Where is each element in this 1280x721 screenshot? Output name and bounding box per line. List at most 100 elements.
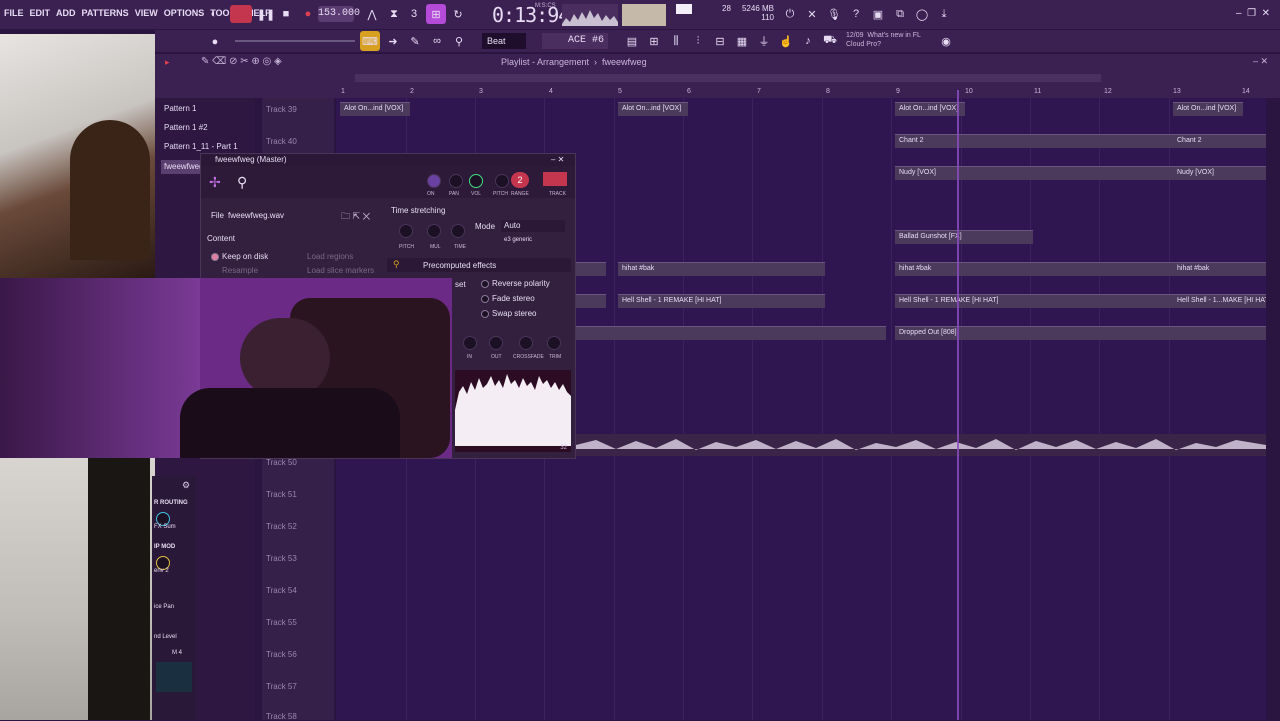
speaker-icon[interactable]: ♪ — [798, 31, 818, 51]
audio-clip[interactable]: Alot On...ind [VOX] — [895, 102, 965, 116]
view-channel-rack-icon[interactable]: ⊞ — [644, 31, 664, 51]
close-icon[interactable]: – ✕ — [551, 154, 564, 166]
precomputed-header[interactable]: ⚲ Precomputed effects — [387, 258, 571, 272]
pat-song-toggle[interactable] — [230, 5, 252, 23]
wait-icon[interactable]: ⧗ — [384, 4, 404, 24]
timeline-ruler[interactable]: 1 2 3 4 5 6 7 8 9 10 11 12 13 14 — [155, 70, 1280, 98]
audio-clip[interactable]: Alot On...ind [VOX] — [1173, 102, 1243, 116]
audio-clip[interactable]: Hell Shell - 1 REMAKE [HI HAT] — [895, 294, 1173, 308]
folder-icon[interactable]: 🗀 ⇱ ✕ — [341, 209, 370, 225]
view-mixer-icon[interactable]: ⫼ — [666, 31, 686, 51]
track-label[interactable]: Track 50 — [266, 458, 297, 467]
mode-select[interactable]: Auto — [501, 220, 565, 232]
track-label[interactable]: Track 40 — [266, 137, 297, 146]
menu-add[interactable]: ADD — [56, 8, 76, 18]
cart-icon[interactable]: ⛟ — [820, 31, 840, 51]
audio-clip[interactable] — [576, 294, 606, 308]
metronome-icon[interactable]: ⋀ — [362, 4, 382, 24]
audio-clip[interactable]: Chant 2 — [895, 134, 1173, 148]
pattern-item[interactable]: Pattern 1 — [161, 102, 251, 116]
song-time[interactable]: 0:13:94 — [492, 3, 570, 27]
audio-clip[interactable]: hihat #bak — [1173, 262, 1266, 276]
ts-pitch-knob[interactable] — [399, 224, 413, 238]
arrow-icon[interactable]: ➜ — [383, 31, 403, 51]
view-playlist-icon[interactable]: ▤ — [622, 31, 642, 51]
track-label[interactable]: Track 57 — [266, 682, 297, 691]
channel-window-title[interactable]: fweewfweg (Master) – ✕ — [201, 154, 575, 166]
pattern-selector[interactable]: ACE #6 — [542, 33, 608, 49]
audio-clip[interactable]: Hell Shell - 1 REMAKE [HI HAT] — [618, 294, 825, 308]
range-value[interactable]: 2 — [511, 172, 529, 188]
countdown-icon[interactable]: 3 — [404, 4, 424, 24]
audio-clip[interactable]: Chant 2 — [1173, 134, 1266, 148]
tempo-display[interactable]: 153.000 — [318, 6, 360, 22]
breadcrumb-arrangement[interactable]: fweewfweg — [602, 57, 647, 67]
fade-radio[interactable] — [481, 295, 489, 303]
volume-knob[interactable] — [469, 174, 483, 188]
swap-radio[interactable] — [481, 310, 489, 318]
audio-clip[interactable] — [576, 262, 606, 276]
save-icon[interactable]: ▣ — [868, 4, 888, 24]
resample-label[interactable]: Resample — [222, 266, 258, 275]
playlist-arrow-icon[interactable]: ▸ — [165, 57, 170, 68]
trim-knob[interactable] — [547, 336, 561, 350]
stamp-icon[interactable]: ⚲ — [449, 31, 469, 51]
audio-clip[interactable]: Hell Shell - 1...MAKE [HI HAT] — [1173, 294, 1266, 308]
vertical-scrollbar[interactable] — [1266, 98, 1280, 720]
piano-roll-icon[interactable]: ⌨ — [360, 31, 380, 51]
sampler-icon[interactable]: ✢ — [209, 174, 221, 191]
fx-sum-label[interactable]: FX Sum — [154, 524, 176, 530]
audio-clip[interactable]: hihat #bak — [618, 262, 825, 276]
power-icon[interactable]: ⏻ — [780, 4, 800, 24]
sample-waveform[interactable]: 32 — [455, 370, 571, 452]
menu-view[interactable]: VIEW — [135, 8, 158, 18]
track-label[interactable]: Track 39 — [266, 105, 297, 114]
plugin-icon[interactable]: ⧉ — [890, 4, 910, 24]
pitch-knob[interactable] — [495, 174, 509, 188]
window-controls[interactable]: – ❐ ✕ — [1236, 8, 1270, 19]
env-label[interactable]: env 2 — [154, 568, 169, 574]
master-audio-clip[interactable] — [576, 434, 1266, 456]
play-button[interactable]: ❚❚ — [256, 4, 276, 24]
load-slice-label[interactable]: Load slice markers — [307, 266, 374, 275]
menu-patterns[interactable]: PATTERNS — [82, 8, 129, 18]
microphone-icon[interactable]: 🎙 — [824, 4, 844, 24]
pan-knob[interactable] — [449, 174, 463, 188]
master-pitch-slider[interactable] — [235, 40, 355, 42]
menu-edit[interactable]: EDIT — [30, 8, 51, 18]
record-button[interactable]: ● — [298, 4, 318, 24]
audio-clip[interactable]: Dropped Out [808] — [895, 326, 1266, 340]
touch-icon[interactable]: ☝ — [776, 31, 796, 51]
view-piano-roll-icon[interactable]: ⫶ — [688, 31, 708, 51]
audio-clip[interactable]: Alot On...ind [VOX] — [618, 102, 688, 116]
view-plugin-db-icon[interactable]: ▦ — [732, 31, 752, 51]
news-panel[interactable]: 12/09 What's new in FL Cloud Pro? — [846, 31, 921, 49]
help-icon[interactable]: ? — [846, 4, 866, 24]
pattern-item[interactable]: Pattern 1 #2 — [161, 121, 251, 135]
track-label[interactable]: Track 51 — [266, 490, 297, 499]
track-label[interactable]: Track 56 — [266, 650, 297, 659]
out-knob[interactable] — [489, 336, 503, 350]
chat-icon[interactable]: ◯ — [912, 4, 932, 24]
playlist-tool-icons[interactable]: ✎ ⌫ ⊘ ✂ ⊕ ◎ ◈ — [201, 56, 282, 67]
wrench-icon[interactable]: ⚲ — [237, 174, 247, 191]
link-icon[interactable]: ∞ — [427, 31, 447, 51]
audio-clip[interactable]: hihat #bak — [895, 262, 1173, 276]
crossfade-knob[interactable] — [519, 336, 533, 350]
timeline-scrollbar[interactable] — [355, 74, 1101, 82]
audio-clip[interactable] — [576, 326, 886, 340]
pattern-item[interactable]: Pattern 1_11 - Part 1 — [161, 140, 251, 154]
menu-file[interactable]: FILE — [4, 8, 24, 18]
load-regions-label[interactable]: Load regions — [307, 252, 353, 261]
ts-time-knob[interactable] — [451, 224, 465, 238]
plug-icon[interactable]: ⏚ — [754, 31, 774, 51]
audio-clip[interactable]: Nudy [VOX] — [1173, 166, 1266, 180]
stop-button[interactable]: ■ — [276, 4, 296, 24]
track-label[interactable]: Track 55 — [266, 618, 297, 627]
in-knob[interactable] — [463, 336, 477, 350]
pencil-icon[interactable]: ✎ — [405, 31, 425, 51]
playlist-window-controls[interactable]: – ✕ — [1253, 56, 1268, 67]
hint-bar-icon[interactable]: ◐ — [204, 4, 224, 24]
menu-options[interactable]: OPTIONS — [164, 8, 205, 18]
news-arrow-icon[interactable]: ◉ — [936, 31, 956, 51]
